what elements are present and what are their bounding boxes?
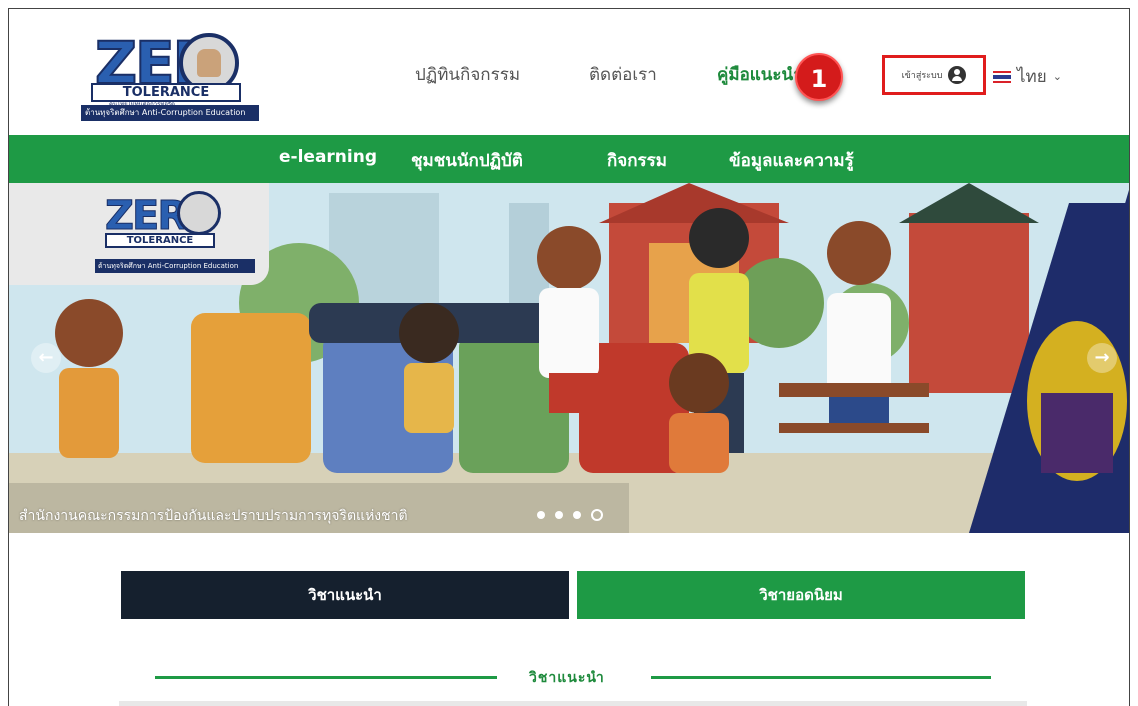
banner-logo-tolerance: TOLERANCE: [105, 233, 215, 248]
chevron-down-icon: ⌄: [1052, 70, 1062, 83]
carousel-indicators: [537, 509, 603, 521]
nav-activities[interactable]: กิจกรรม: [607, 147, 667, 174]
step-callout-badge: 1: [795, 53, 843, 101]
nav-knowledge[interactable]: ข้อมูลและความรู้: [729, 147, 854, 174]
carousel-dot-1[interactable]: [537, 511, 545, 519]
carousel-dot-2[interactable]: [555, 511, 563, 519]
top-header: ZER TOLERANCE คนไทยไม่ทนต่อการทุจริต ต้า…: [9, 9, 1129, 135]
carousel-next-arrow-icon[interactable]: →: [1087, 343, 1117, 373]
nav-e-learning[interactable]: e-learning: [279, 147, 377, 167]
site-logo[interactable]: ZER TOLERANCE คนไทยไม่ทนต่อการทุจริต ต้า…: [81, 28, 259, 125]
page-frame: ZER TOLERANCE คนไทยไม่ทนต่อการทุจริต ต้า…: [8, 8, 1130, 706]
logo-band: ต้านทุจริตศึกษา Anti-Corruption Educatio…: [81, 105, 259, 121]
main-nav-bar: e-learning ชุมชนนักปฏิบัติ กิจกรรม ข้อมู…: [9, 135, 1129, 183]
user-icon: [948, 66, 967, 84]
nav-manual[interactable]: คู่มือแนะนำ: [717, 61, 803, 88]
content-strip: [119, 701, 1027, 706]
carousel-prev-arrow-icon[interactable]: ←: [31, 343, 61, 373]
hero-banner: ZER TOLERANCE ต้านทุจริตศึกษา Anti-Corru…: [9, 183, 1129, 533]
banner-logo-card: ZER TOLERANCE ต้านทุจริตศึกษา Anti-Corru…: [9, 183, 269, 285]
banner-logo-band: ต้านทุจริตศึกษา Anti-Corruption Educatio…: [95, 259, 255, 273]
nav-calendar[interactable]: ปฏิทินกิจกรรม: [415, 61, 520, 88]
fist-icon: [177, 191, 221, 235]
section-divider-right: [651, 676, 991, 679]
nav-community[interactable]: ชุมชนนักปฏิบัติ: [411, 147, 523, 174]
thai-flag-icon: [993, 70, 1011, 83]
section-title: วิชาแนะนำ: [529, 670, 605, 686]
section-divider-left: [155, 676, 497, 679]
nav-contact[interactable]: ติดต่อเรา: [589, 61, 657, 88]
language-label: ไทย: [1017, 67, 1047, 87]
login-label: เข้าสู่ระบบ: [901, 71, 943, 81]
tab-recommended[interactable]: วิชาแนะนำ: [121, 571, 569, 619]
login-button[interactable]: เข้าสู่ระบบ: [882, 55, 986, 95]
banner-caption: สำนักงานคณะกรรมการป้องกันและปราบปรามการท…: [19, 508, 408, 524]
carousel-dot-3[interactable]: [573, 511, 581, 519]
carousel-dot-4-active[interactable]: [591, 509, 603, 521]
tab-popular[interactable]: วิชายอดนิยม: [577, 571, 1025, 619]
language-selector[interactable]: ไทย ⌄: [993, 63, 1062, 90]
